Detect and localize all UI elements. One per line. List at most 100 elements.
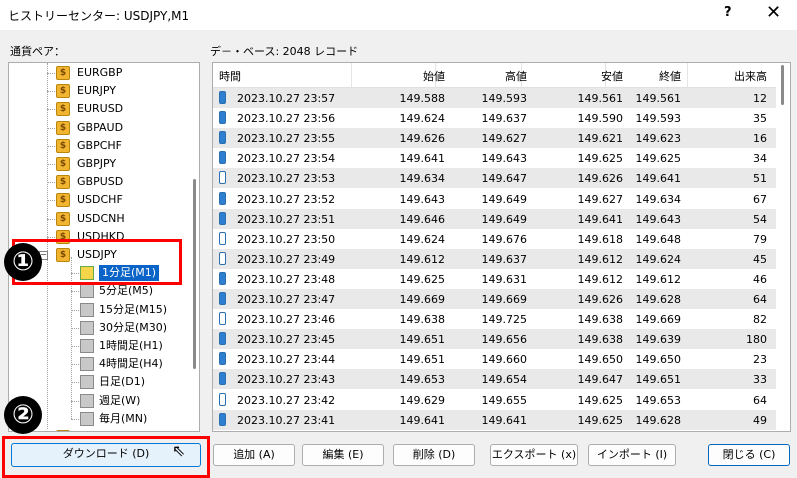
- column-header[interactable]: 高値: [435, 68, 527, 84]
- cell-vol: 180: [746, 333, 767, 347]
- table-row[interactable]: 2023.10.27 23:51 149.646 149.649 149.641 149…: [213, 208, 776, 229]
- table-row[interactable]: 2023.10.27 23:44 149.651 149.660 149.650 149…: [213, 349, 776, 369]
- tree-item-label: 30分足(M30): [99, 320, 168, 334]
- tree-item-timeframe[interactable]: 5分足(M5): [9, 283, 189, 299]
- title-bar: ヒストリーセンター: USDJPY,M1 ? ✕: [0, 0, 797, 30]
- import-button[interactable]: インポート (I): [588, 444, 676, 466]
- cell-close: 149.634: [635, 192, 682, 206]
- timeframe-table-icon: [80, 284, 94, 299]
- bullish-bar-icon: [219, 171, 226, 185]
- cell-time: 2023.10.27 23:45: [237, 333, 336, 347]
- tree-item-symbol[interactable]: $ USDSGD: [9, 429, 189, 431]
- cell-close: 149.624: [635, 252, 682, 266]
- table-row[interactable]: 2023.10.27 23:56 149.624 149.637 149.590 149…: [213, 108, 776, 128]
- history-table[interactable]: 時間 始値 高値 安値 終値 出来高 2023.10.27 23:57 149.588 149…: [212, 62, 791, 432]
- bullish-bar-icon: [219, 392, 226, 406]
- tree-item-timeframe[interactable]: 日足(D1): [9, 374, 189, 390]
- cell-vol: 79: [753, 232, 767, 246]
- tree-item-timeframe[interactable]: 1時間足(H1): [9, 338, 189, 354]
- cell-time: 2023.10.27 23:54: [237, 152, 336, 166]
- cell-time: 2023.10.27 23:44: [237, 353, 336, 367]
- table-row[interactable]: 2023.10.27 23:46 149.638 149.725 149.638 149…: [213, 309, 776, 329]
- table-row[interactable]: 2023.10.27 23:55 149.626 149.627 149.621 149…: [213, 128, 776, 149]
- cell-time: 2023.10.27 23:49: [237, 252, 336, 266]
- column-header[interactable]: 出来高: [683, 68, 767, 84]
- column-header[interactable]: 時間: [219, 68, 241, 84]
- table-row[interactable]: 2023.10.27 23:41 149.641 149.641 149.625 149…: [213, 409, 776, 430]
- table-row[interactable]: 2023.10.27 23:48 149.625 149.631 149.612 149…: [213, 269, 776, 289]
- bearish-bar-icon: [219, 91, 226, 104]
- tree-item-label: 毎月(MN): [99, 411, 148, 425]
- tree-item-symbol[interactable]: $ USDCNH: [9, 211, 189, 227]
- close-button[interactable]: 閉じる (C): [708, 444, 790, 466]
- column-header[interactable]: 始値: [353, 68, 445, 84]
- tree-item-symbol[interactable]: $ GBPAUD: [9, 120, 189, 136]
- table-header: 時間 始値 高値 安値 終値 出来高: [213, 63, 776, 88]
- table-row[interactable]: 2023.10.27 23:42 149.629 149.655 149.625 149…: [213, 390, 776, 410]
- table-row[interactable]: 2023.10.27 23:47 149.669 149.669 149.626 149…: [213, 289, 776, 309]
- cell-open: 149.669: [399, 293, 446, 306]
- timeframe-table-icon: [80, 357, 94, 372]
- tree-connector: [71, 291, 79, 293]
- cell-high: 149.631: [481, 272, 528, 286]
- tree-item-timeframe[interactable]: 4時間足(H4): [9, 356, 189, 372]
- tree-item-timeframe[interactable]: 15分足(M15): [9, 302, 189, 318]
- cell-high: 149.641: [481, 413, 528, 427]
- edit-button[interactable]: 編集 (E): [302, 444, 384, 466]
- cell-close: 149.625: [635, 152, 682, 166]
- cell-open: 149.629: [399, 393, 446, 407]
- tree-scroll-thumb[interactable]: [193, 179, 196, 369]
- add-button[interactable]: 追加 (A): [213, 444, 295, 466]
- table-scroll-thumb[interactable]: [781, 65, 784, 105]
- table-row[interactable]: 2023.10.27 23:52 149.643 149.649 149.627 149…: [213, 189, 776, 209]
- tree-item-label: 週足(W): [99, 393, 141, 407]
- cell-time: 2023.10.27 23:50: [237, 232, 336, 246]
- cell-vol: 12: [753, 92, 767, 105]
- tree-item-timeframe[interactable]: 30分足(M30): [9, 320, 189, 336]
- cell-time: 2023.10.27 23:57: [237, 92, 336, 105]
- tree-item-label: GBPAUD: [77, 120, 124, 134]
- export-button[interactable]: エクスポート (x): [490, 444, 578, 466]
- cell-close: 149.641: [635, 172, 682, 186]
- tree-item-symbol[interactable]: $ GBPJPY: [9, 156, 189, 172]
- table-row[interactable]: 2023.10.27 23:45 149.651 149.656 149.638 149…: [213, 329, 776, 350]
- help-button[interactable]: ?: [724, 5, 732, 20]
- cell-vol: 34: [753, 152, 767, 166]
- bearish-bar-icon: [219, 211, 226, 225]
- cell-time: 2023.10.27 23:42: [237, 393, 336, 407]
- close-window-button[interactable]: ✕: [766, 2, 781, 23]
- tree-item-symbol[interactable]: $ GBPUSD: [9, 174, 189, 190]
- tree-item-symbol[interactable]: $ EURJPY: [9, 83, 189, 99]
- cell-vol: 51: [753, 172, 767, 186]
- column-header[interactable]: 終値: [593, 68, 681, 84]
- tree-item-label: GBPCHF: [77, 138, 122, 152]
- cell-close: 149.612: [635, 272, 682, 286]
- tree-scrollbar[interactable]: [193, 64, 199, 430]
- table-row[interactable]: 2023.10.27 23:50 149.624 149.676 149.618 149…: [213, 229, 776, 249]
- cell-close: 149.653: [635, 393, 682, 407]
- table-scrollbar[interactable]: [776, 63, 789, 429]
- table-row[interactable]: 2023.10.27 23:57 149.588 149.593 149.561 149…: [213, 88, 776, 108]
- cell-open: 149.624: [399, 232, 446, 246]
- tree-connector: [71, 327, 79, 329]
- bullish-bar-icon: [219, 231, 226, 245]
- tree-connector: [71, 346, 79, 347]
- tree-item-symbol[interactable]: $ USDCHF: [9, 192, 189, 208]
- delete-button[interactable]: 削除 (D): [393, 444, 475, 466]
- tree-item-label: GBPUSD: [77, 175, 124, 189]
- table-row[interactable]: 2023.10.27 23:54 149.641 149.643 149.625 149…: [213, 148, 776, 168]
- cell-close: 149.651: [635, 373, 682, 387]
- table-row[interactable]: 2023.10.27 23:53 149.634 149.647 149.626 149…: [213, 168, 776, 189]
- tree-item-symbol[interactable]: $ EURGBP: [9, 65, 189, 81]
- cell-time: 2023.10.27 23:51: [237, 212, 336, 226]
- table-row[interactable]: 2023.10.27 23:43 149.653 149.654 149.647 149…: [213, 369, 776, 390]
- tree-connector: [47, 73, 55, 74]
- tree-item-symbol[interactable]: $ EURUSD: [9, 101, 189, 117]
- tree-connector: [71, 309, 79, 311]
- table-row[interactable]: 2023.10.27 23:49 149.612 149.637 149.612 149…: [213, 248, 776, 269]
- cell-close: 149.650: [635, 353, 682, 367]
- bearish-bar-icon: [219, 111, 226, 125]
- cell-time: 2023.10.27 23:41: [237, 413, 336, 427]
- tree-item-symbol[interactable]: $ GBPCHF: [9, 138, 189, 154]
- tree-item-label: 5分足(M5): [99, 284, 154, 298]
